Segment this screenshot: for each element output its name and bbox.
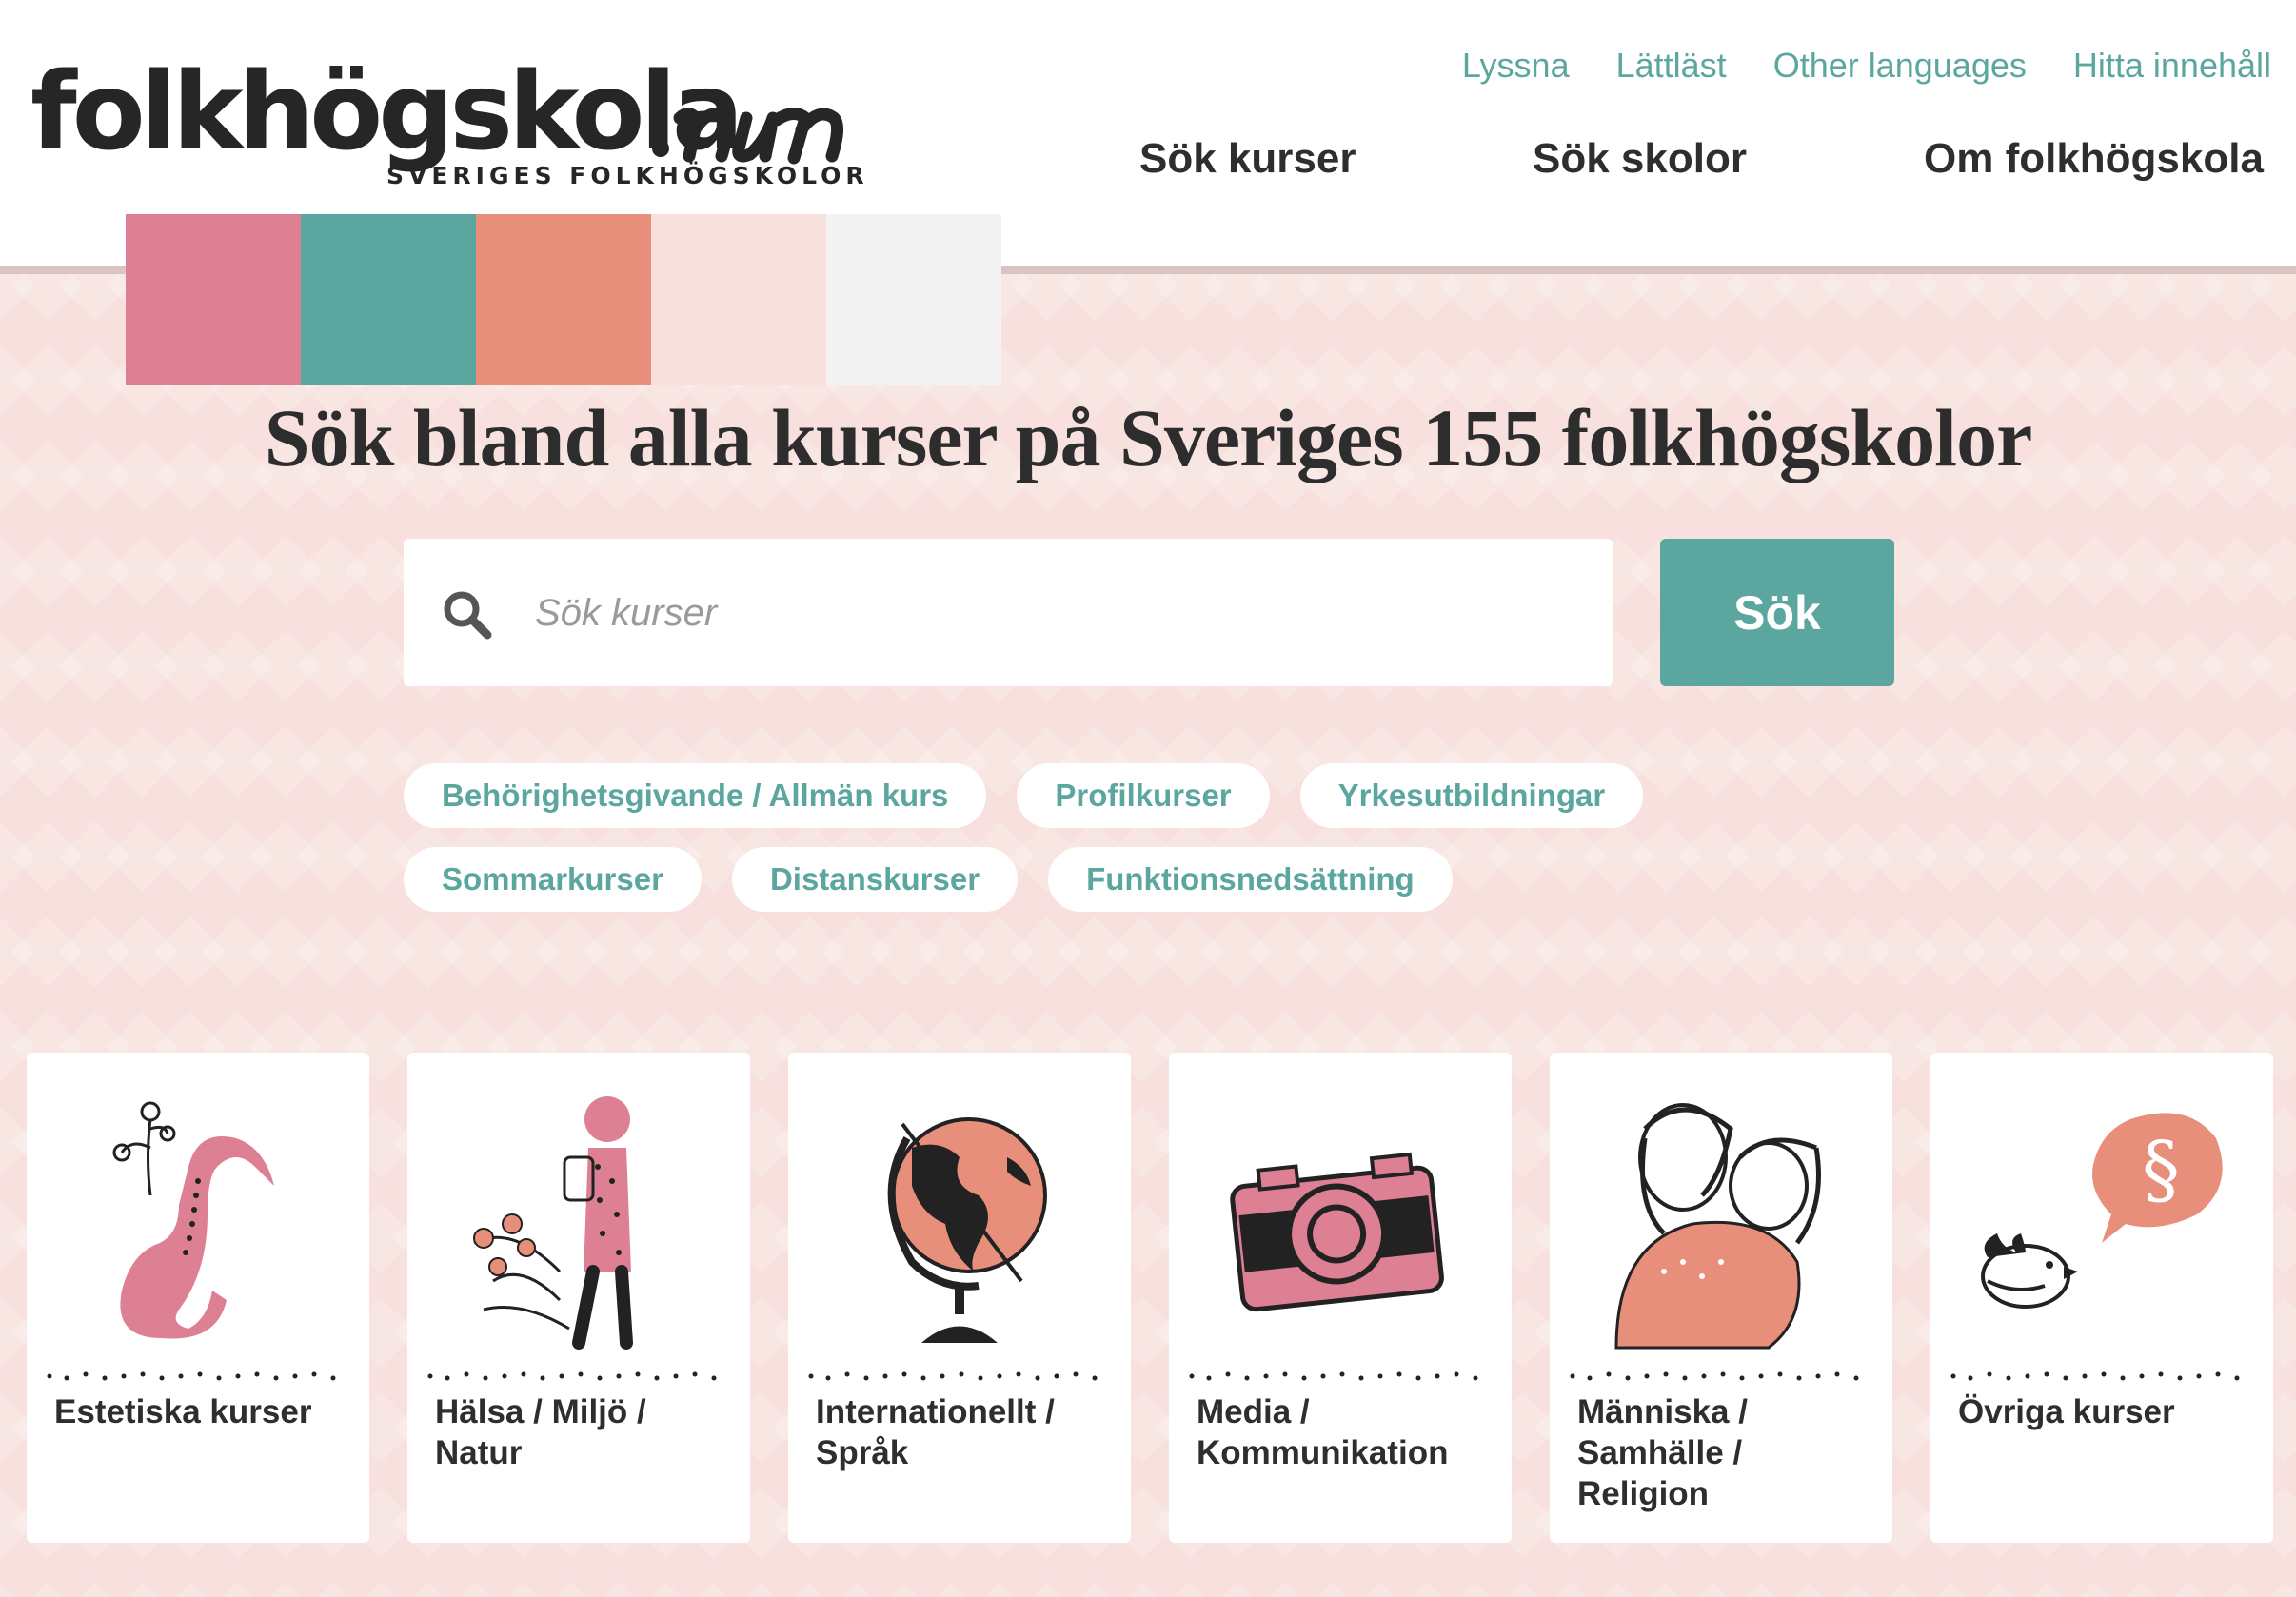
category-label: Internationellt / Språk <box>816 1393 1055 1471</box>
swatch-blush <box>651 214 826 385</box>
page-title: Sök bland alla kurser på Sveriges 155 fo… <box>264 392 2033 483</box>
site-logo[interactable]: folkhögskola SVERIGES FOLKHÖGSKOLOR <box>30 50 864 192</box>
tag-sommarkurser[interactable]: Sommarkurser <box>404 847 702 912</box>
dotted-divider <box>427 1371 717 1381</box>
search-button[interactable]: Sök <box>1660 539 1894 686</box>
tag-row-2: Sommarkurser Distanskurser Funktionsneds… <box>404 847 1453 912</box>
category-card-halsa[interactable]: Hälsa / Miljö / Natur <box>407 1053 750 1543</box>
dotted-divider <box>1950 1371 2240 1381</box>
hiker-icon <box>473 1096 633 1350</box>
nav-om-folkhogskola[interactable]: Om folkhögskola <box>1924 135 2264 183</box>
embrace-icon <box>1614 1103 1821 1350</box>
category-card-ovriga[interactable]: § Övriga kurser <box>1930 1053 2273 1543</box>
dotted-divider <box>47 1371 336 1381</box>
tag-funktionsnedsattning[interactable]: Funktionsnedsättning <box>1048 847 1453 912</box>
category-card-media[interactable]: Media / Kommunikation <box>1169 1053 1512 1543</box>
svg-text:§: § <box>2142 1125 2180 1213</box>
logo-nu-script <box>652 108 843 165</box>
swatch-teal <box>301 214 476 385</box>
tag-row-1: Behörighetsgivande / Allmän kurs Profilk… <box>404 763 1644 828</box>
swatch-light-gray <box>826 214 1001 385</box>
category-label: Övriga kurser <box>1958 1393 2175 1430</box>
logo-tagline: SVERIGES FOLKHÖGSKOLOR <box>386 162 869 189</box>
util-link-hitta-innehall[interactable]: Hitta innehåll <box>2073 46 2271 86</box>
search-box <box>404 539 1613 686</box>
category-card-manniska[interactable]: Människa / Samhälle / Religion <box>1550 1053 1892 1543</box>
bird-speech-icon: § <box>1981 1113 2223 1309</box>
dotted-divider <box>1189 1371 1478 1381</box>
swatch-pink <box>126 214 301 385</box>
color-palette <box>126 214 1001 385</box>
tag-yrkesutbildningar[interactable]: Yrkesutbildningar <box>1299 763 1644 828</box>
dotted-divider <box>1570 1371 1859 1381</box>
category-card-estetiska[interactable]: Estetiska kurser <box>27 1053 369 1543</box>
camera-icon <box>1230 1152 1444 1312</box>
swatch-coral <box>476 214 651 385</box>
nav-sok-skolor[interactable]: Sök skolor <box>1533 135 1747 183</box>
saxophone-icon <box>112 1101 274 1339</box>
category-label: Hälsa / Miljö / Natur <box>435 1393 646 1471</box>
util-link-lattlast[interactable]: Lättläst <box>1616 46 1727 86</box>
search-input[interactable] <box>535 577 1582 649</box>
util-link-lyssna[interactable]: Lyssna <box>1462 46 1570 86</box>
category-label: Media / Kommunikation <box>1197 1393 1449 1471</box>
nav-sok-kurser[interactable]: Sök kurser <box>1139 135 1356 183</box>
utility-nav: Lyssna Lättläst Other languages Hitta in… <box>1462 46 2271 86</box>
tag-distanskurser[interactable]: Distanskurser <box>731 847 1019 912</box>
search-icon <box>444 591 492 640</box>
category-cards: Estetiska kurser Hälsa / Miljö / Natur I… <box>27 1053 2273 1543</box>
main-nav: Sök kurser Sök skolor Om folkhögskola <box>1139 135 2272 192</box>
category-label: Estetiska kurser <box>54 1393 312 1430</box>
util-link-other-languages[interactable]: Other languages <box>1773 46 2027 86</box>
globe-icon <box>887 1117 1047 1343</box>
dotted-divider <box>808 1371 1098 1381</box>
category-label: Människa / Samhälle / Religion <box>1577 1393 1748 1512</box>
tag-behorighetsgivande[interactable]: Behörighetsgivande / Allmän kurs <box>404 763 987 828</box>
category-card-internationellt[interactable]: Internationellt / Språk <box>788 1053 1131 1543</box>
tag-profilkurser[interactable]: Profilkurser <box>1017 763 1270 828</box>
logo-wordmark: folkhögskola <box>30 50 743 174</box>
